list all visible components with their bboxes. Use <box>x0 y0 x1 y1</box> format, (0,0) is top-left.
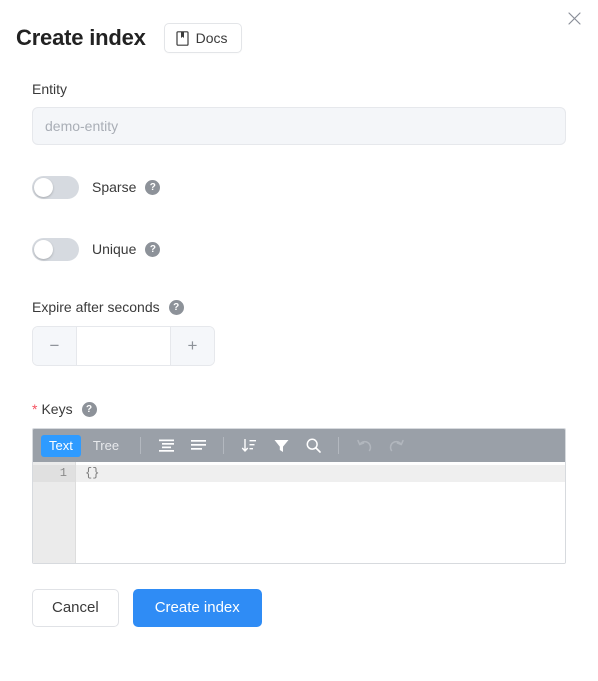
expire-stepper: − + <box>32 326 215 366</box>
docs-button-label: Docs <box>195 30 228 46</box>
editor-line-number: 1 <box>33 465 75 482</box>
keys-header: * Keys ? <box>32 400 566 418</box>
filter-icon[interactable] <box>268 434 294 458</box>
expire-input[interactable] <box>77 327 170 365</box>
entity-input[interactable] <box>32 107 566 145</box>
sparse-help-icon[interactable]: ? <box>145 179 161 195</box>
expire-increment-button[interactable]: + <box>170 327 214 365</box>
field-expire-after-seconds: Expire after seconds ? − + <box>32 298 566 366</box>
field-keys: * Keys ? Text Tree 1 {} <box>32 400 566 564</box>
keys-required-marker: * <box>32 401 38 417</box>
redo-icon[interactable] <box>383 434 409 458</box>
docs-button[interactable]: Docs <box>163 23 242 53</box>
field-entity: Entity <box>32 80 566 145</box>
json-editor: Text Tree 1 {} <box>32 428 566 564</box>
book-icon <box>176 30 189 46</box>
dialog-footer: Cancel Create index <box>32 589 566 647</box>
sparse-toggle[interactable] <box>32 175 79 199</box>
search-icon[interactable] <box>300 434 326 458</box>
dialog-header: Create index Docs <box>0 0 598 58</box>
toolbar-divider <box>223 437 225 454</box>
compact-icon[interactable] <box>185 434 211 458</box>
expire-help-icon[interactable]: ? <box>168 299 184 315</box>
editor-area[interactable]: 1 {} <box>33 462 565 563</box>
expire-header: Expire after seconds ? <box>32 298 566 316</box>
toolbar-divider <box>140 437 142 454</box>
page-title: Create index <box>16 25 146 50</box>
entity-label: Entity <box>32 81 68 97</box>
undo-icon[interactable] <box>351 434 377 458</box>
sort-icon[interactable] <box>236 434 262 458</box>
keys-label: Keys <box>41 401 73 417</box>
editor-code-line[interactable]: {} <box>76 465 565 482</box>
editor-code-pane[interactable]: {} <box>76 462 565 563</box>
unique-label: Unique <box>92 241 137 257</box>
sparse-toggle-knob <box>34 177 53 197</box>
editor-tab-tree[interactable]: Tree <box>85 435 127 457</box>
toolbar-divider <box>338 437 340 454</box>
create-index-button[interactable]: Create index <box>132 589 262 627</box>
editor-toolbar: Text Tree <box>33 429 565 462</box>
sparse-label: Sparse <box>92 179 137 195</box>
cancel-button[interactable]: Cancel <box>32 589 119 627</box>
field-sparse: Sparse ? <box>32 175 566 199</box>
expire-label: Expire after seconds <box>32 299 160 315</box>
unique-toggle-knob <box>34 239 53 259</box>
dialog-body: Entity Sparse ? Unique ? Expire after se… <box>0 80 598 647</box>
editor-tab-text[interactable]: Text <box>41 434 81 457</box>
unique-toggle[interactable] <box>32 237 79 261</box>
expire-decrement-button[interactable]: − <box>33 327 77 365</box>
editor-gutter: 1 <box>33 462 76 563</box>
format-icon[interactable] <box>153 434 179 458</box>
field-unique: Unique ? <box>32 237 566 261</box>
unique-help-icon[interactable]: ? <box>145 241 161 257</box>
keys-help-icon[interactable]: ? <box>81 401 97 417</box>
close-icon[interactable] <box>562 6 586 30</box>
